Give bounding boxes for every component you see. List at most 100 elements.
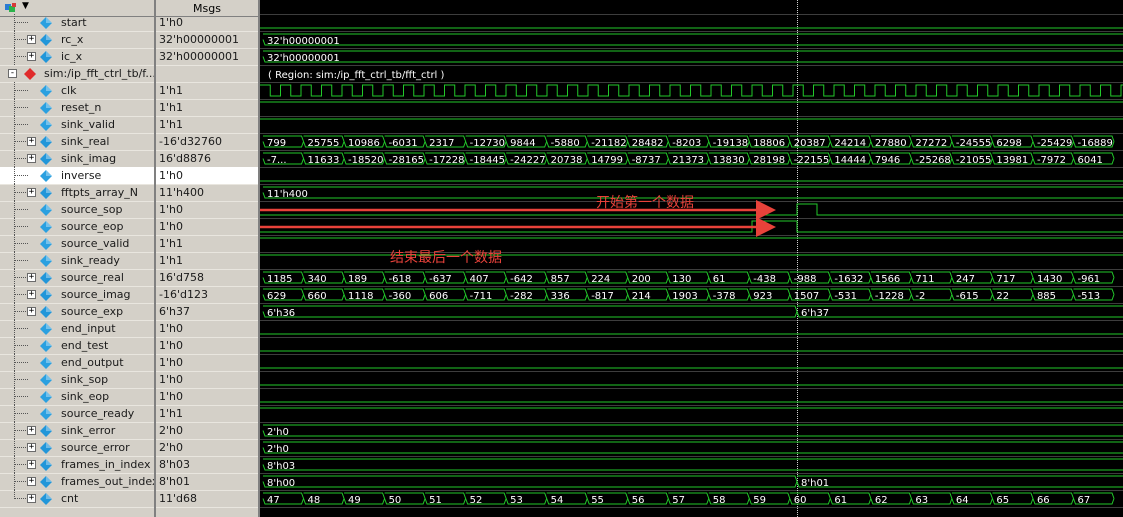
signal-value-row[interactable]: -16'd32760: [156, 133, 258, 151]
tree-branch: [14, 481, 28, 482]
tree-branch: [14, 345, 28, 346]
signal-value-row[interactable]: 1'h1: [156, 116, 258, 134]
signal-row[interactable]: + sink_real: [0, 133, 154, 151]
signal-value-row[interactable]: 1'h0: [156, 201, 258, 219]
signal-value-row[interactable]: 1'h1: [156, 405, 258, 423]
expand-icon[interactable]: +: [27, 460, 36, 469]
expand-icon[interactable]: +: [27, 35, 36, 44]
signal-name: cnt: [61, 492, 79, 505]
bus-value-label: -988: [794, 274, 817, 285]
bus-value-label: -711: [470, 291, 493, 302]
signal-value-row[interactable]: 1'h1: [156, 99, 258, 117]
signal-row[interactable]: inverse: [0, 167, 154, 185]
tree-branch: [14, 158, 28, 159]
signal-value-row[interactable]: 11'd68: [156, 490, 258, 508]
bus-value-label: 1507: [794, 291, 819, 302]
signal-value-row[interactable]: 8'h03: [156, 456, 258, 474]
signal-icon: [40, 34, 52, 46]
bus-value-label: 28482: [632, 138, 664, 149]
signal-row[interactable]: + sink_imag: [0, 150, 154, 168]
signal-row[interactable]: + source_imag: [0, 286, 154, 304]
signal-row[interactable]: + source_error: [0, 439, 154, 457]
expand-icon[interactable]: +: [27, 273, 36, 282]
bus-segment-top: [263, 424, 1123, 426]
signal-value-row[interactable]: 32'h00000001: [156, 48, 258, 66]
signal-value-row[interactable]: 8'h01: [156, 473, 258, 491]
signal-row[interactable]: reset_n: [0, 99, 154, 117]
eop-annotation: 结束最后一个数据: [390, 250, 502, 266]
signal-value-row[interactable]: [156, 65, 258, 83]
signal-value-row[interactable]: 16'd758: [156, 269, 258, 287]
bus-value-label: -16889: [1077, 138, 1112, 149]
signal-row[interactable]: source_eop: [0, 218, 154, 236]
signal-row[interactable]: sink_valid: [0, 116, 154, 134]
signal-value-row[interactable]: 6'h37: [156, 303, 258, 321]
signal-value-row[interactable]: 1'h0: [156, 14, 258, 32]
expand-icon[interactable]: +: [27, 188, 36, 197]
bus-value-label: 13830: [713, 155, 745, 166]
expand-icon[interactable]: +: [27, 290, 36, 299]
signal-value-row[interactable]: 16'd8876: [156, 150, 258, 168]
signal-value-row[interactable]: 1'h0: [156, 354, 258, 372]
signal-row[interactable]: clk: [0, 82, 154, 100]
signal-row[interactable]: sink_sop: [0, 371, 154, 389]
signal-row[interactable]: source_valid: [0, 235, 154, 253]
collapse-icon[interactable]: -: [8, 69, 17, 78]
signal-row[interactable]: source_sop: [0, 201, 154, 219]
signal-row[interactable]: end_output: [0, 354, 154, 372]
signal-value-row[interactable]: 11'h400: [156, 184, 258, 202]
expand-icon[interactable]: +: [27, 443, 36, 452]
signal-value: 8'h01: [159, 475, 190, 488]
expand-icon[interactable]: +: [27, 307, 36, 316]
signal-value: 32'h00000001: [159, 33, 239, 46]
signal-value-row[interactable]: 1'h0: [156, 320, 258, 338]
signal-value-row[interactable]: 1'h0: [156, 218, 258, 236]
signal-value-row[interactable]: 2'h0: [156, 439, 258, 457]
signal-row[interactable]: + frames_in_index: [0, 456, 154, 474]
signal-row[interactable]: sink_eop: [0, 388, 154, 406]
signal-row[interactable]: + cnt: [0, 490, 154, 508]
expand-icon[interactable]: +: [27, 494, 36, 503]
signal-row[interactable]: source_ready: [0, 405, 154, 423]
bus-value-label: 923: [753, 291, 772, 302]
bus-value-label: -2: [915, 291, 925, 302]
signal-value-row[interactable]: 1'h1: [156, 252, 258, 270]
signal-icon: [40, 238, 52, 250]
signal-value-row[interactable]: 1'h0: [156, 167, 258, 185]
signal-row[interactable]: - sim:/ip_fft_ctrl_tb/f...: [0, 65, 154, 83]
bus-wave-sink_error: 2'h0: [262, 424, 1123, 438]
expand-icon[interactable]: +: [27, 154, 36, 163]
signal-row[interactable]: sink_ready: [0, 252, 154, 270]
bus-value-label: 67: [1077, 495, 1090, 506]
signal-value-row[interactable]: 1'h0: [156, 337, 258, 355]
signal-row[interactable]: + sink_error: [0, 422, 154, 440]
expand-icon[interactable]: +: [27, 477, 36, 486]
expand-icon[interactable]: +: [27, 426, 36, 435]
wave-window-icon[interactable]: [4, 2, 18, 14]
expand-icon[interactable]: +: [27, 137, 36, 146]
chevron-down-icon[interactable]: ▼: [22, 1, 29, 11]
signal-value-row[interactable]: 1'h1: [156, 82, 258, 100]
bus-value-label: 1118: [348, 291, 373, 302]
bus-value-label: -18520: [348, 155, 383, 166]
signal-value-row[interactable]: 1'h0: [156, 371, 258, 389]
signal-value-row[interactable]: 1'h0: [156, 388, 258, 406]
signal-row[interactable]: + rc_x: [0, 31, 154, 49]
bus-wave-sink_imag: -7... 11633 -18520 -28165 -17228 -18445 -24227…: [262, 152, 1115, 166]
signal-row[interactable]: + fftpts_array_N: [0, 184, 154, 202]
signal-row[interactable]: + source_exp: [0, 303, 154, 321]
signal-row[interactable]: + frames_out_index: [0, 473, 154, 491]
signal-value-row[interactable]: 32'h00000001: [156, 31, 258, 49]
bus-value-label: 6'h36: [267, 308, 295, 319]
signal-row[interactable]: start: [0, 14, 154, 32]
signal-row[interactable]: end_test: [0, 337, 154, 355]
signal-row[interactable]: end_input: [0, 320, 154, 338]
signal-row[interactable]: + ic_x: [0, 48, 154, 66]
signal-row[interactable]: + source_real: [0, 269, 154, 287]
bus-value-label: 799: [267, 138, 286, 149]
bus-value-label: 32'h00000001: [267, 53, 340, 64]
signal-value-row[interactable]: -16'd123: [156, 286, 258, 304]
signal-value-row[interactable]: 2'h0: [156, 422, 258, 440]
expand-icon[interactable]: +: [27, 52, 36, 61]
signal-value-row[interactable]: 1'h1: [156, 235, 258, 253]
